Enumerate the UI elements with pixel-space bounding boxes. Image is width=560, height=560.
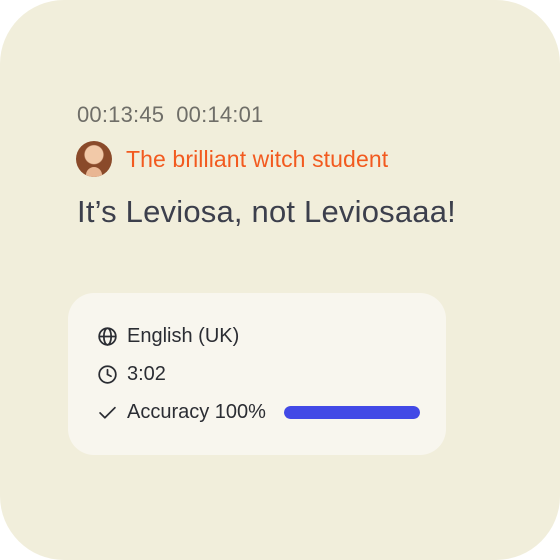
accuracy-label: Accuracy 100% [127,400,266,423]
clock-icon [97,364,118,385]
start-time: 00:13:45 [77,102,165,127]
duration-label: 3:02 [127,362,166,385]
accuracy-progress-fill [283,405,420,419]
duration-row: 3:02 [97,361,166,387]
accuracy-progress-bar [283,405,420,419]
globe-icon [97,326,118,347]
language-label: English (UK) [127,324,240,347]
speaker-name: The brilliant witch student [126,145,389,172]
timestamps: 00:13:45 00:14:01 [77,102,264,128]
speaker-row: The brilliant witch student [76,140,388,178]
transcript-card: 00:13:45 00:14:01 The brilliant witch st… [0,0,560,560]
language-row: English (UK) [97,323,239,349]
end-time: 00:14:01 [176,102,264,127]
details-panel: English (UK) 3:02 Accuracy 100% [68,293,446,455]
quote-text: It’s Leviosa, not Leviosaaa! [77,194,456,229]
accuracy-row: Accuracy 100% [97,399,420,425]
check-icon [97,402,118,423]
avatar [76,141,112,177]
